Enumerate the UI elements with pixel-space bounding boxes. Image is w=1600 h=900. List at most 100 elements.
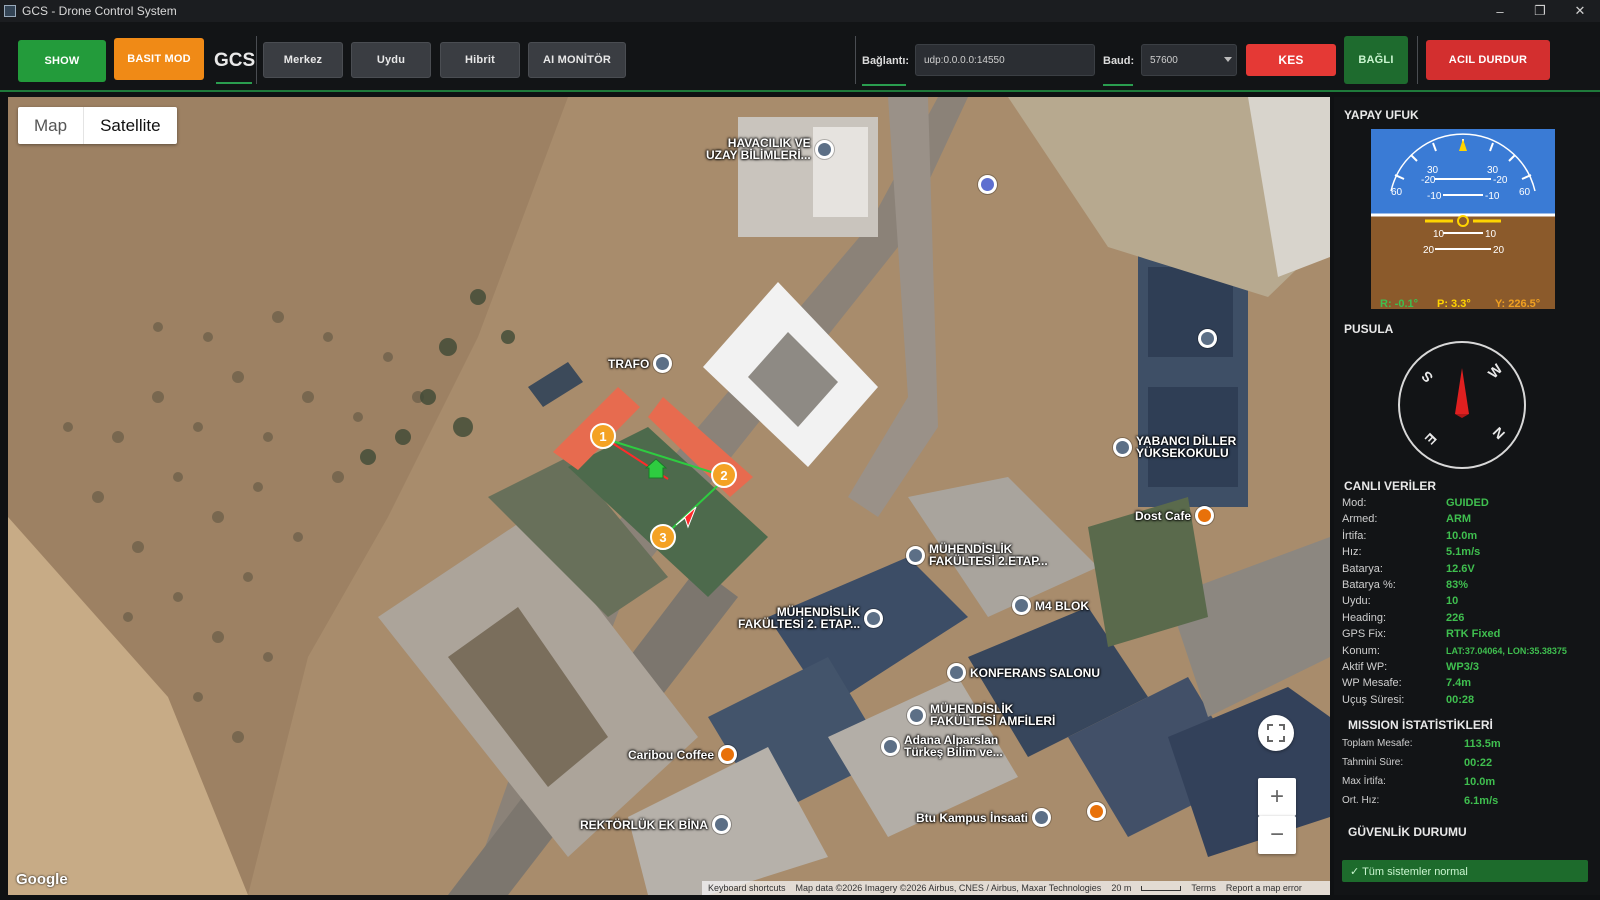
- yaw-readout: Y: 226.5°: [1495, 298, 1541, 309]
- live-data-label: Heading:: [1342, 611, 1387, 624]
- baud-value: 57600: [1150, 54, 1178, 66]
- poi-label: TRAFO: [608, 356, 650, 371]
- poi-caribou-coffee[interactable]: Caribou Coffee: [628, 745, 738, 764]
- disconnect-button[interactable]: KES: [1246, 44, 1336, 76]
- waypoint-marker[interactable]: 2: [711, 462, 737, 488]
- live-data-label: Konum:: [1342, 644, 1380, 657]
- connection-label: Bağlantı:: [862, 55, 910, 67]
- horizon-scale-label: 10: [1485, 229, 1497, 240]
- poi-label: MÜHENDİSLİK FAKÜLTESİ 2.ETAP...: [929, 542, 1048, 568]
- poi-amfileri[interactable]: MÜHENDİSLİK FAKÜLTESİ AMFİLERİ: [907, 703, 1055, 727]
- map-type-satellite-button[interactable]: Satellite: [83, 107, 176, 144]
- cafe-icon: [718, 745, 738, 764]
- mission-stat-value: 10.0m: [1464, 776, 1496, 788]
- keyboard-shortcuts-link[interactable]: Keyboard shortcuts: [708, 883, 786, 893]
- ai-monitor-button[interactable]: AI MONİTÖR: [528, 42, 626, 78]
- poi-label: Btu Kampus İnsaati: [916, 810, 1029, 825]
- poi-m4-blok[interactable]: M4 BLOK: [1012, 596, 1089, 615]
- horizon-scale-label: -10: [1427, 191, 1442, 202]
- fullscreen-icon[interactable]: [1258, 715, 1294, 751]
- horizon-scale-label: 60: [1519, 187, 1531, 198]
- map-hybrid-button[interactable]: Hibrit: [440, 42, 520, 78]
- live-data-label: Hız:: [1342, 546, 1362, 559]
- toolbar-divider: [256, 36, 257, 84]
- baud-label: Baud:: [1103, 55, 1135, 67]
- restaurant-icon: [1087, 802, 1106, 821]
- live-data-value: ARM: [1446, 513, 1472, 526]
- chevron-down-icon: [1224, 57, 1232, 62]
- home-icon: [644, 458, 668, 479]
- poi-rektorluk[interactable]: REKTÖRLÜK EK BİNA: [580, 815, 731, 834]
- poi-label: M4 BLOK: [1035, 598, 1089, 613]
- poi-label: MÜHENDİSLİK FAKÜLTESİ AMFİLERİ: [930, 702, 1056, 728]
- telemetry-panel: YAPAY UFUK 30 30 -20 -20 60 60 -10 -10 1…: [1334, 97, 1600, 895]
- terms-link[interactable]: Terms: [1191, 883, 1216, 893]
- poi-havacilik[interactable]: HAVACILIK VE UZAY BİLİMLERİ...: [706, 137, 834, 161]
- poi-konferans-salonu[interactable]: KONFERANS SALONU: [947, 663, 1100, 682]
- poi-label: Dost Cafe: [1135, 508, 1192, 523]
- live-data-value: RTK Fixed: [1446, 628, 1501, 641]
- poi-btu-kampus[interactable]: Btu Kampus İnsaati: [916, 808, 1052, 827]
- poi-label: MÜHENDİSLİK FAKÜLTESİ 2. ETAP...: [738, 605, 861, 631]
- minimize-button[interactable]: –: [1480, 0, 1520, 22]
- live-data-label: Uydu:: [1342, 595, 1371, 608]
- zoom-out-button[interactable]: −: [1258, 816, 1296, 854]
- live-data-value: GUIDED: [1446, 497, 1489, 509]
- artificial-horizon: 30 30 -20 -20 60 60 -10 -10 10 10 20 20 …: [1371, 129, 1555, 309]
- school-icon: [1032, 808, 1052, 827]
- report-error-link[interactable]: Report a map error: [1226, 883, 1302, 893]
- poi-atu[interactable]: Adana Alparslan Türkeş Bilim ve...: [881, 734, 1003, 758]
- poi-muhendislik-2etap-a[interactable]: MÜHENDİSLİK FAKÜLTESİ 2.ETAP...: [906, 543, 1048, 567]
- basit-mod-button[interactable]: BASIT MOD: [114, 38, 204, 80]
- show-button[interactable]: SHOW: [18, 40, 106, 82]
- school-icon: [653, 354, 673, 373]
- safety-status-badge: ✓ Tüm sistemler normal: [1342, 860, 1588, 882]
- map-view[interactable]: Map Satellite HAVACILIK VE UZAY BİLİMLER…: [8, 97, 1330, 895]
- mission-stat-label: Toplam Mesafe:: [1342, 738, 1413, 749]
- toolbar-divider: [855, 36, 856, 84]
- poi-label: YABANCI DİLLER YÜKSEKOKULU: [1136, 434, 1237, 460]
- map-type-map-button[interactable]: Map: [18, 107, 83, 144]
- poi-label: Adana Alparslan Türkeş Bilim ve...: [904, 733, 1003, 759]
- live-data-value: 7.4m: [1446, 677, 1472, 690]
- drone-arrow-icon: [675, 506, 697, 529]
- map-satellite-button[interactable]: Uydu: [351, 42, 431, 78]
- horizon-scale-label: 20: [1493, 245, 1505, 256]
- emergency-stop-button[interactable]: ACIL DURDUR: [1426, 40, 1550, 80]
- baud-underline: [1103, 84, 1133, 86]
- poi-dost-cafe[interactable]: Dost Cafe: [1135, 506, 1215, 525]
- poi-label: Caribou Coffee: [628, 747, 715, 762]
- restore-button[interactable]: ❐: [1520, 0, 1560, 22]
- school-icon: [864, 608, 884, 628]
- mission-stat-label: Tahmini Süre:: [1342, 757, 1404, 768]
- live-data-label: Batarya %:: [1342, 579, 1396, 591]
- live-data-value: 226: [1446, 611, 1465, 624]
- waypoint-marker[interactable]: 1: [590, 423, 616, 449]
- compass: S W E N: [1397, 340, 1527, 470]
- baud-select[interactable]: 57600: [1141, 44, 1237, 76]
- google-logo: Google: [16, 871, 68, 888]
- poi-building[interactable]: [1198, 329, 1217, 348]
- horizon-graphic: 30 30 -20 -20 60 60 -10 -10 10 10 20 20: [1371, 129, 1555, 309]
- live-data-value: 12.6V: [1446, 562, 1475, 575]
- scale-label: 20 m: [1111, 883, 1132, 893]
- map-type-control: Map Satellite: [18, 107, 177, 144]
- connection-status-badge: BAĞLI: [1344, 36, 1408, 84]
- poi-restaurant[interactable]: [1087, 802, 1106, 821]
- map-center-button[interactable]: Merkez: [263, 42, 343, 78]
- connection-input[interactable]: udp:0.0.0.0:14550: [915, 44, 1095, 76]
- toolbar: SHOW BASIT MOD GCS Merkez Uydu Hibrit AI…: [0, 22, 1600, 92]
- poi-museum[interactable]: [978, 175, 997, 194]
- scale-bar: [1141, 885, 1182, 891]
- school-icon: [906, 545, 925, 565]
- live-data-value: 00:28: [1446, 693, 1475, 706]
- poi-muhendislik-2etap-b[interactable]: MÜHENDİSLİK FAKÜLTESİ 2. ETAP...: [738, 605, 884, 631]
- zoom-in-button[interactable]: +: [1258, 778, 1296, 816]
- poi-yabanci-diller[interactable]: YABANCI DİLLER YÜKSEKOKULU: [1113, 435, 1236, 459]
- app-icon: [4, 5, 16, 17]
- roll-readout: R: -0.1°: [1380, 298, 1419, 309]
- poi-trafo[interactable]: TRAFO: [608, 354, 673, 373]
- close-button[interactable]: ✕: [1560, 0, 1600, 22]
- live-data-label: Armed:: [1342, 513, 1378, 526]
- horizon-scale-label: 60: [1391, 187, 1403, 198]
